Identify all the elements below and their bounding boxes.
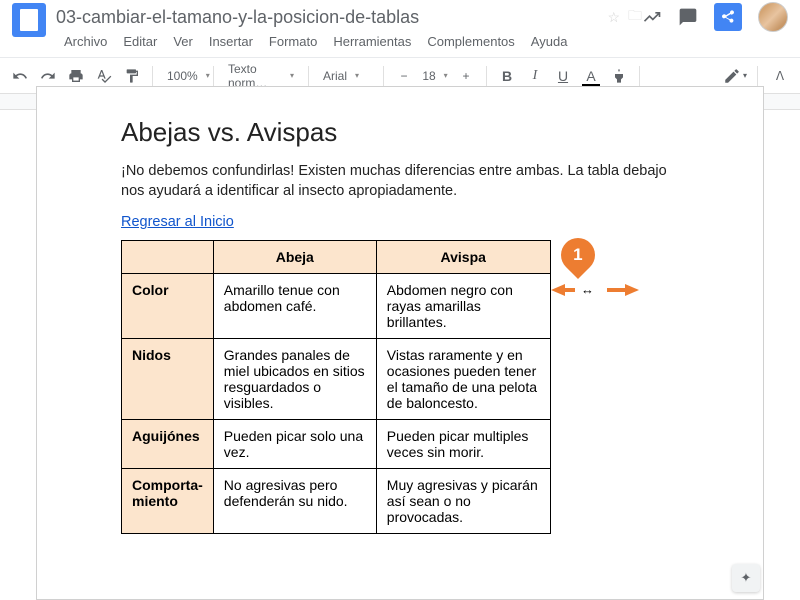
highlight-button[interactable] xyxy=(607,64,631,88)
print-button[interactable] xyxy=(64,64,88,88)
cell-color-avispa[interactable]: Abdomen negro con rayas amarillas brilla… xyxy=(376,274,550,339)
cell-aguijones-abeja[interactable]: Pueden picar solo una vez. xyxy=(213,420,376,469)
row-label-nidos[interactable]: Nidos xyxy=(122,339,214,420)
font-size-decrease[interactable]: − xyxy=(392,64,416,88)
table-header-avispa[interactable]: Avispa xyxy=(376,241,550,274)
document-title[interactable]: 03-cambiar-el-tamano-y-la-posicion-de-ta… xyxy=(56,7,599,28)
redo-button[interactable] xyxy=(36,64,60,88)
activity-icon[interactable] xyxy=(642,7,662,27)
text-color-button[interactable] xyxy=(579,64,603,88)
document-page[interactable]: Abejas vs. Avispas ¡No debemos confundir… xyxy=(36,86,764,600)
cell-nidos-avispa[interactable]: Vistas raramente y en ocasiones pueden t… xyxy=(376,339,550,420)
star-icon[interactable]: ☆ xyxy=(607,9,620,26)
spellcheck-button[interactable] xyxy=(92,64,116,88)
font-size-select[interactable]: 18 xyxy=(420,64,450,88)
bold-button[interactable]: B xyxy=(495,64,519,88)
font-select[interactable]: Arial xyxy=(317,64,375,88)
italic-button[interactable]: I xyxy=(523,64,547,88)
font-size-increase[interactable]: + xyxy=(454,64,478,88)
menu-herramientas[interactable]: Herramientas xyxy=(327,32,417,51)
user-avatar[interactable] xyxy=(758,2,788,32)
cell-comportamiento-avispa[interactable]: Muy agresivas y picarán así sean o no pr… xyxy=(376,469,550,534)
menu-formato[interactable]: Formato xyxy=(263,32,323,51)
back-link[interactable]: Regresar al Inicio xyxy=(121,214,234,230)
comparison-table[interactable]: Abeja Avispa Color Amarillo tenue con ab… xyxy=(121,240,551,534)
callout-badge: 1 xyxy=(561,238,595,272)
cell-color-abeja[interactable]: Amarillo tenue con abdomen café. xyxy=(213,274,376,339)
underline-button[interactable]: U xyxy=(551,64,575,88)
column-resize-handle[interactable]: ↔ xyxy=(581,282,591,297)
row-label-aguijones[interactable]: Aguijónes xyxy=(122,420,214,469)
format-paint-button[interactable] xyxy=(120,64,144,88)
folder-icon[interactable]: 🗀 xyxy=(628,5,642,29)
explore-button[interactable] xyxy=(732,564,760,592)
menu-ayuda[interactable]: Ayuda xyxy=(525,32,574,51)
edit-mode-button[interactable]: ▾ xyxy=(723,64,747,88)
intro-paragraph[interactable]: ¡No debemos confundirlas! Existen muchas… xyxy=(121,162,679,201)
menu-archivo[interactable]: Archivo xyxy=(58,32,113,51)
row-label-comportamiento[interactable]: Comporta-miento xyxy=(122,469,214,534)
menu-ver[interactable]: Ver xyxy=(167,32,199,51)
paragraph-style-select[interactable]: Texto norm… xyxy=(222,64,300,88)
cell-nidos-abeja[interactable]: Grandes panales de miel ubicados en siti… xyxy=(213,339,376,420)
cell-aguijones-avispa[interactable]: Pueden picar multiples veces sin morir. xyxy=(376,420,550,469)
table-header-empty[interactable] xyxy=(122,241,214,274)
undo-button[interactable] xyxy=(8,64,32,88)
comments-icon[interactable] xyxy=(678,7,698,27)
collapse-toolbar-button[interactable]: ᐱ xyxy=(768,64,792,88)
share-button[interactable] xyxy=(714,3,742,31)
menu-complementos[interactable]: Complementos xyxy=(421,32,520,51)
resize-arrows-annotation: ↔ xyxy=(551,282,625,297)
menu-editar[interactable]: Editar xyxy=(117,32,163,51)
menu-bar: Archivo Editar Ver Insertar Formato Herr… xyxy=(0,28,800,58)
heading-1[interactable]: Abejas vs. Avispas xyxy=(121,117,679,148)
row-label-color[interactable]: Color xyxy=(122,274,214,339)
zoom-select[interactable]: 100% xyxy=(161,64,205,88)
docs-logo[interactable] xyxy=(12,3,46,37)
cell-comportamiento-abeja[interactable]: No agresivas pero defenderán su nido. xyxy=(213,469,376,534)
table-header-abeja[interactable]: Abeja xyxy=(213,241,376,274)
menu-insertar[interactable]: Insertar xyxy=(203,32,259,51)
